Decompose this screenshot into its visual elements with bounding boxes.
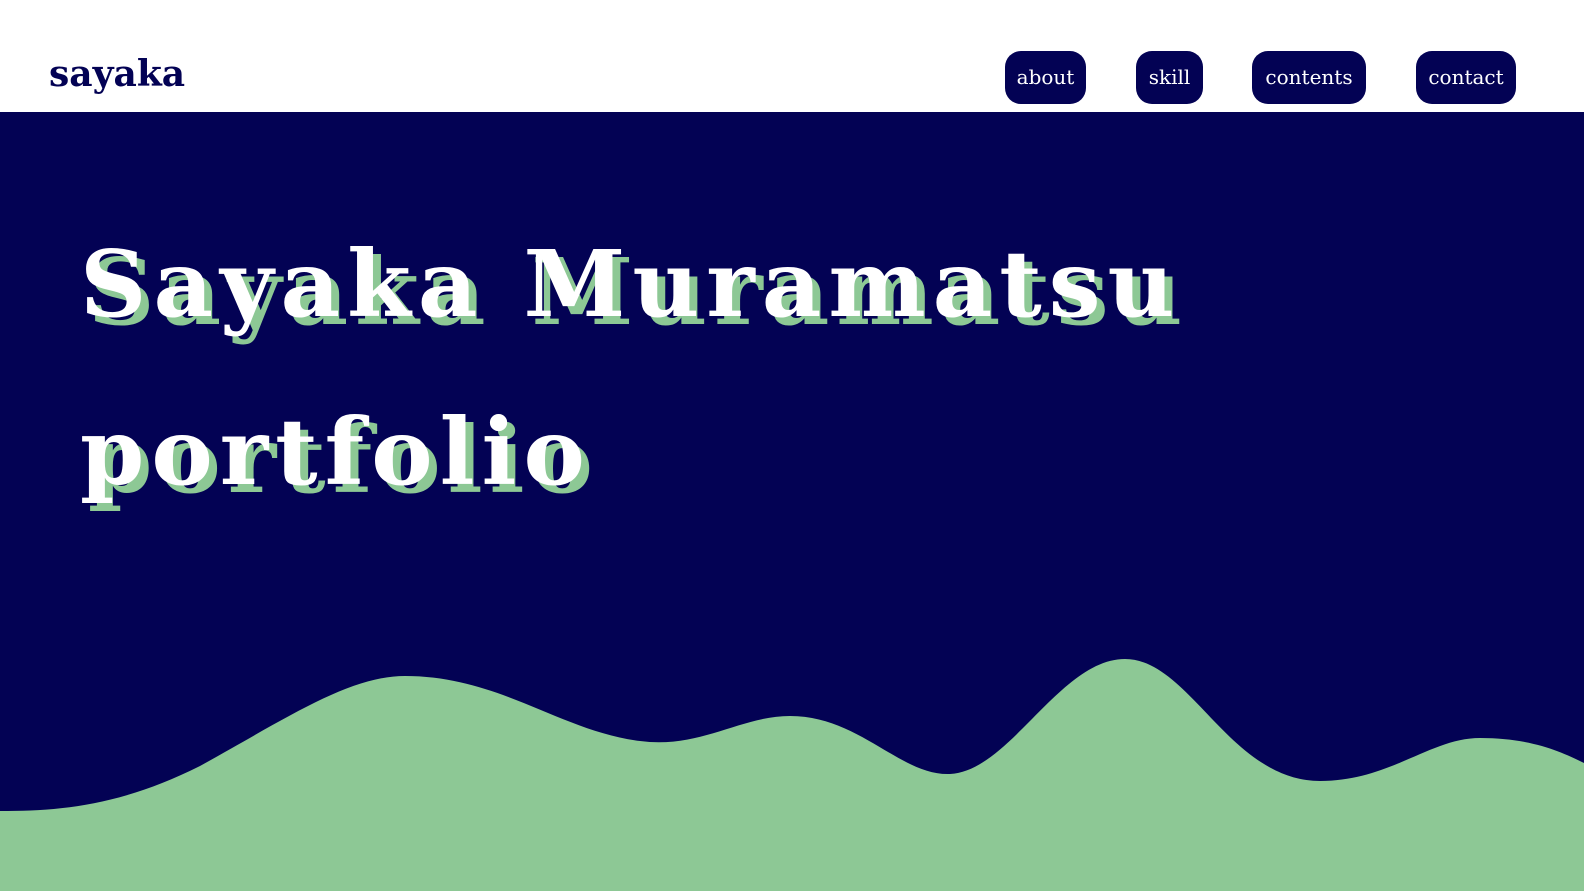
nav-about-button[interactable]: about [1005,51,1086,104]
site-header: sayaka about skill contents contact [0,0,1584,112]
hero-section: Sayaka Muramatsu portfolio [0,112,1584,891]
wave-decoration [0,659,1584,891]
hero-title-name: Sayaka Muramatsu [80,230,1182,338]
nav-skill-button[interactable]: skill [1136,51,1203,104]
green-wave-shape [0,659,1584,891]
hero-title: Sayaka Muramatsu portfolio [80,200,1181,536]
nav-contents-button[interactable]: contents [1252,51,1366,104]
main-nav: about skill contents contact [0,51,1584,104]
nav-contact-button[interactable]: contact [1416,51,1516,104]
hero-title-subtitle: portfolio [80,398,592,506]
